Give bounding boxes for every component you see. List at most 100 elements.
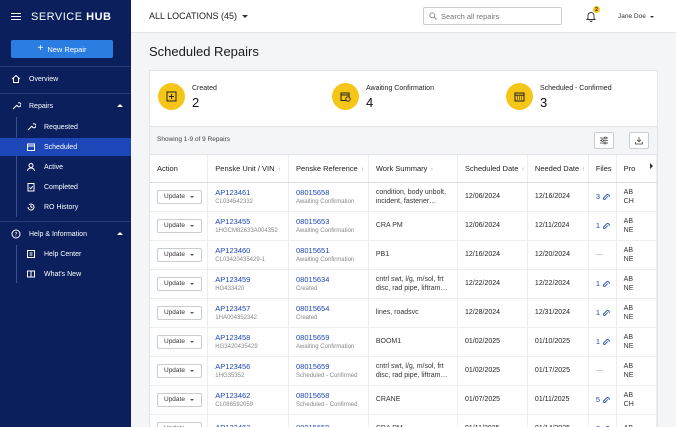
nav-help-center[interactable]: Help Center	[0, 245, 131, 263]
plus-icon: +	[37, 43, 44, 54]
user-menu[interactable]: Jane Doe	[618, 13, 654, 20]
provider-text: AB NE	[623, 275, 634, 292]
app-logo: SERVICE HUB	[31, 10, 112, 23]
download-icon	[635, 137, 643, 145]
files-link[interactable]: 1	[596, 337, 615, 346]
scheduled-date: 12/16/2024	[465, 251, 501, 258]
help-circle-icon: ?	[11, 229, 21, 239]
stat-scheduled-confirmed[interactable]: Scheduled - Confirmed 3	[506, 83, 612, 110]
vin-text: 1HG35352	[215, 373, 245, 379]
location-selector[interactable]: ALL LOCATIONS (45)	[149, 11, 249, 21]
col-files: Files	[588, 155, 617, 183]
col-work-summary[interactable]: Work Summary ↑	[368, 155, 459, 183]
sliders-icon	[600, 136, 608, 145]
status-text: Created	[296, 286, 318, 292]
divider	[0, 221, 131, 222]
reference-link[interactable]: 08015653	[296, 217, 367, 226]
reference-link[interactable]: 08015659	[296, 333, 367, 342]
reference-link[interactable]: 08015634	[296, 275, 367, 284]
update-button[interactable]: Update	[157, 334, 202, 349]
stat-awaiting-confirmation[interactable]: Awaiting Confirmation 4	[332, 83, 434, 110]
stat-created[interactable]: Created 2	[158, 83, 217, 110]
svg-text:?: ?	[14, 231, 17, 238]
files-link[interactable]: 5	[596, 395, 615, 404]
search-box[interactable]	[423, 7, 562, 25]
paperclip-icon	[602, 309, 610, 316]
paperclip-icon	[602, 338, 610, 345]
work-summary: PB1	[375, 251, 390, 258]
update-button[interactable]: Update	[157, 276, 202, 291]
sidebar: SERVICE HUB + New Repair Overview Repairs…	[0, 0, 131, 427]
collapse-icon[interactable]	[117, 232, 123, 235]
table-toolbar: Showing 1-9 of 9 Repairs	[150, 127, 657, 155]
calendar-clock-icon	[332, 83, 359, 110]
top-header: ALL LOCATIONS (45) 2 Jane Doe	[131, 0, 676, 33]
search-input[interactable]	[441, 11, 551, 21]
reference-link[interactable]: 08015658	[296, 188, 367, 197]
new-repair-button[interactable]: + New Repair	[11, 40, 113, 58]
unit-link[interactable]: AP123462	[215, 391, 287, 400]
work-summary: cntrl swt, l/g, m/sol, frt disc, rad pip…	[375, 362, 448, 379]
col-needed-date[interactable]: Needed Date ↑	[527, 155, 589, 183]
reference-link[interactable]: 08015651	[296, 246, 367, 255]
table-row: Update AP123455 1HGCM82633A004352 0801565…	[150, 211, 657, 241]
collapse-icon[interactable]	[117, 104, 123, 107]
nav-completed[interactable]: Completed	[0, 178, 131, 196]
files-link[interactable]: 1	[596, 221, 615, 230]
unit-link[interactable]: AP123457	[215, 304, 287, 313]
scheduled-date: 12/06/2024	[465, 222, 501, 229]
scheduled-date: 12/06/2024	[465, 193, 501, 200]
repairs-table: Action Penske Unit / VIN ↑ Penske Referen…	[150, 155, 657, 427]
scroll-right-icon[interactable]	[650, 163, 653, 169]
nav-active[interactable]: Active	[0, 158, 131, 176]
filter-button[interactable]	[594, 132, 614, 149]
hamburger-icon[interactable]	[11, 12, 21, 21]
vin-text: HG433420	[215, 286, 245, 292]
vin-text: CL03420435429-1	[215, 257, 266, 263]
files-link[interactable]: 1	[596, 308, 615, 317]
export-button[interactable]	[629, 132, 649, 149]
update-button[interactable]: Update	[157, 363, 202, 378]
col-scheduled-date[interactable]: Scheduled Date ↑	[457, 155, 528, 183]
col-unit-vin[interactable]: Penske Unit / VIN ↑	[207, 155, 290, 183]
table-body: Update AP123461 CL034542332 08015658 Await…	[150, 182, 657, 427]
unit-link[interactable]: AP123460	[215, 246, 287, 255]
nav-help-information[interactable]: ? Help & Information	[0, 225, 131, 243]
update-button[interactable]: Update	[157, 305, 202, 320]
nav-repairs[interactable]: Repairs	[0, 97, 131, 115]
scheduled-date: 12/28/2024	[465, 309, 501, 316]
reference-link[interactable]: 08015659	[296, 362, 367, 371]
unit-link[interactable]: AP123461	[215, 188, 287, 197]
chevron-down-icon	[189, 398, 194, 401]
reference-link[interactable]: 08015654	[296, 304, 367, 313]
needed-date: 01/10/2025	[534, 338, 570, 345]
provider-text: AB NE	[623, 333, 634, 350]
nav-requested[interactable]: Requested	[0, 118, 131, 136]
nav-scheduled[interactable]: Scheduled	[0, 138, 131, 156]
scheduled-date: 01/07/2025	[465, 396, 501, 403]
update-button[interactable]: Update	[157, 421, 202, 427]
nav-ro-history[interactable]: RO History	[0, 198, 131, 216]
unit-link[interactable]: AP123458	[215, 333, 287, 342]
unit-link[interactable]: AP123455	[215, 217, 287, 226]
sort-icon: ↑	[277, 166, 281, 173]
table-row: Update AP123463 08015659 CRA PM 01/11/20…	[150, 414, 657, 427]
files-link[interactable]: 3	[596, 192, 615, 201]
page-title: Scheduled Repairs	[149, 44, 259, 59]
provider-text: AB NE	[623, 304, 634, 321]
files-link[interactable]: 1	[596, 279, 615, 288]
chevron-down-icon	[189, 311, 194, 314]
reference-link[interactable]: 08015658	[296, 391, 367, 400]
provider-text: AB NE	[623, 362, 634, 379]
unit-link[interactable]: AP123463	[215, 423, 287, 427]
unit-link[interactable]: AP123456	[215, 362, 287, 371]
nav-whats-new[interactable]: What's New	[0, 265, 131, 283]
nav-overview[interactable]: Overview	[0, 70, 131, 88]
update-button[interactable]: Update	[157, 189, 202, 204]
update-button[interactable]: Update	[157, 392, 202, 407]
update-button[interactable]: Update	[157, 247, 202, 262]
col-reference[interactable]: Penske Reference ↑	[288, 155, 369, 183]
reference-link[interactable]: 08015659	[296, 423, 367, 427]
update-button[interactable]: Update	[157, 218, 202, 233]
unit-link[interactable]: AP123459	[215, 275, 287, 284]
